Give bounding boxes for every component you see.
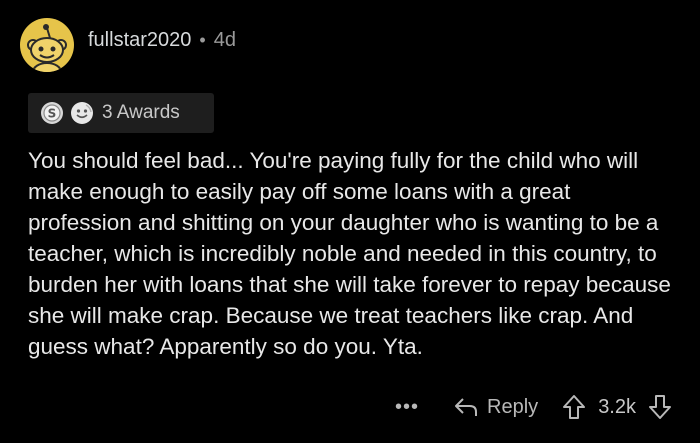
comment: fullstar2020 • 4d S 3 Awards You should … (0, 0, 700, 443)
upvote-arrow-icon (563, 395, 586, 419)
silver-award-icon: S (40, 101, 64, 125)
upvote-button[interactable] (562, 394, 586, 420)
wholesome-award-icon (70, 101, 94, 125)
comment-body: You should feel bad... You're paying ful… (28, 148, 671, 359)
svg-text:S: S (48, 107, 57, 121)
more-options-button[interactable]: ••• (395, 396, 419, 419)
avatar[interactable] (20, 18, 74, 72)
awards-pill[interactable]: S 3 Awards (28, 93, 214, 133)
comment-meta: fullstar2020 • 4d (88, 29, 236, 52)
comment-header: fullstar2020 • 4d (20, 18, 236, 72)
vote-score: 3.2k (598, 395, 636, 418)
reply-button[interactable]: Reply (453, 396, 538, 419)
snoo-avatar-icon (27, 24, 67, 72)
username[interactable]: fullstar2020 (88, 29, 191, 52)
meta-separator: • (199, 29, 206, 50)
comment-age: 4d (213, 28, 236, 51)
reply-arrow-icon (455, 398, 478, 416)
reply-label: Reply (487, 395, 539, 418)
downvote-button[interactable] (648, 394, 672, 420)
downvote-arrow-icon (649, 395, 671, 419)
comment-actions: ••• Reply 3.2k (395, 392, 672, 422)
awards-count-label: 3 Awards (102, 102, 180, 123)
